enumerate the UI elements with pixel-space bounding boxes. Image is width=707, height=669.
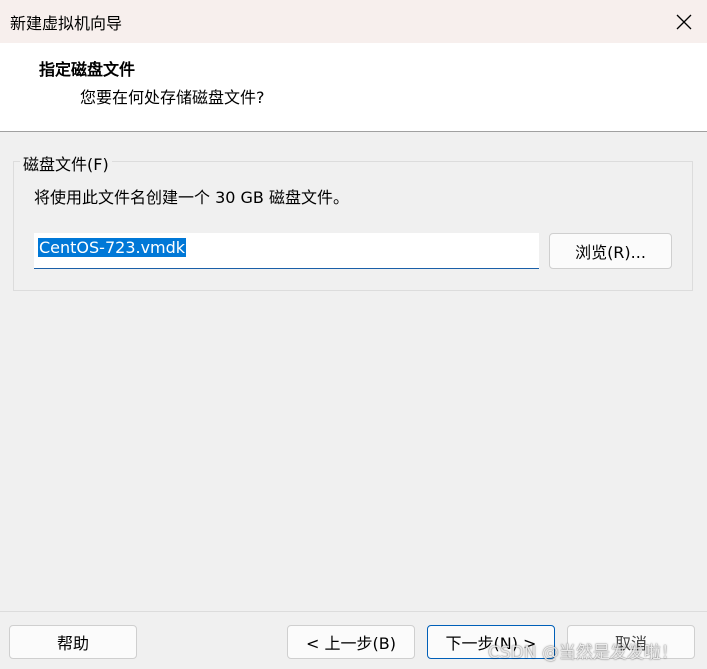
disk-description: 将使用此文件名创建一个 30 GB 磁盘文件。 — [34, 188, 349, 207]
cancel-button[interactable]: 取消 — [567, 625, 695, 659]
next-button[interactable]: 下一步(N) > — [427, 625, 555, 659]
browse-button[interactable]: 浏览(R)... — [549, 233, 672, 269]
filename-text: CentOS-723.vmdk — [38, 238, 187, 257]
page-title: 指定磁盘文件 — [39, 60, 136, 79]
disk-file-group: 磁盘文件(F) 将使用此文件名创建一个 30 GB 磁盘文件。 CentOS-7… — [13, 151, 693, 291]
group-legend: 磁盘文件(F) — [20, 151, 112, 175]
page-subtitle: 您要在何处存储磁盘文件? — [80, 88, 265, 107]
disk-filename-input[interactable]: CentOS-723.vmdk — [34, 233, 539, 269]
window-title: 新建虚拟机向导 — [10, 14, 123, 33]
footer-divider — [0, 611, 707, 612]
close-icon — [676, 14, 692, 29]
back-button[interactable]: < 上一步(B) — [287, 625, 415, 659]
close-button[interactable] — [661, 0, 707, 43]
title-bar: 新建虚拟机向导 — [0, 0, 707, 43]
wizard-header: 指定磁盘文件 您要在何处存储磁盘文件? — [0, 43, 707, 132]
help-button[interactable]: 帮助 — [9, 625, 137, 659]
